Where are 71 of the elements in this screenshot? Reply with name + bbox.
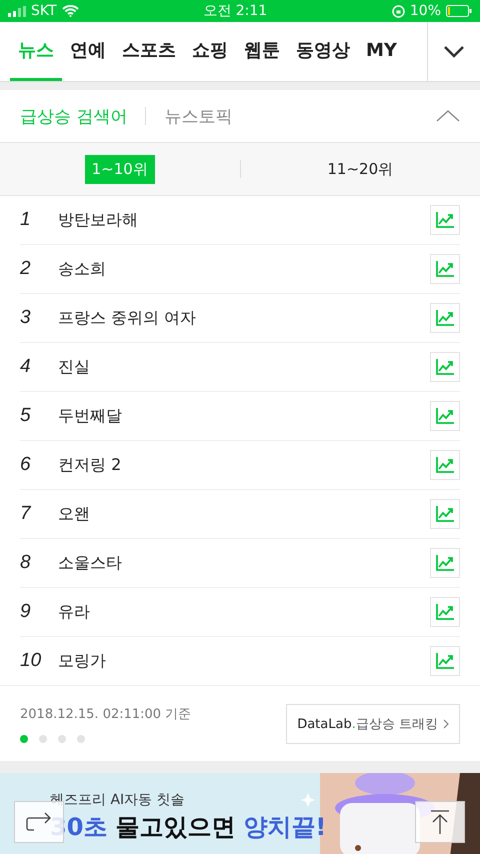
ad-headline: 30초	[50, 812, 108, 843]
datalab-button[interactable]: DataLab.급상승 트래킹	[286, 704, 460, 744]
keyword-link[interactable]: 유라	[58, 602, 430, 622]
keyword-link[interactable]: 소울스타	[58, 552, 430, 574]
rank-number: 5	[20, 405, 32, 427]
trend-chart-icon	[436, 653, 454, 669]
trend-button[interactable]	[430, 205, 460, 235]
scroll-top-button[interactable]	[415, 801, 465, 843]
trend-chart-icon	[436, 212, 454, 228]
nav-tab[interactable]: 웹툰	[236, 22, 288, 81]
chevron-down-icon[interactable]	[444, 46, 464, 58]
trend-chart-icon	[436, 359, 454, 375]
keyword-link[interactable]: 두번째달	[58, 406, 430, 426]
keyword-link[interactable]: 모링가	[58, 650, 430, 672]
trend-chart-icon	[436, 408, 454, 424]
keyword-link[interactable]: 방탄보라해	[58, 210, 430, 230]
ad-headline: 물고있으면	[115, 812, 236, 843]
rank-number: 7	[20, 503, 32, 525]
trend-button[interactable]	[430, 548, 460, 578]
signal-icon	[8, 6, 26, 16]
keyword-link[interactable]: 프랑스 중위의 여자	[58, 308, 430, 328]
carrier-name: SKT	[31, 3, 57, 19]
keyword-link[interactable]: 진실	[58, 356, 430, 378]
nav-tab[interactable]: 쇼핑	[184, 22, 236, 81]
page-dot[interactable]	[39, 734, 47, 742]
nav-tab[interactable]: 연예	[62, 22, 114, 81]
arrow-up-icon	[430, 810, 450, 834]
keyword-link[interactable]: 오왠	[58, 504, 430, 524]
keyword-link[interactable]: 송소희	[58, 258, 430, 280]
keyword-link[interactable]: 컨저링 2	[58, 454, 430, 476]
page-dot[interactable]	[20, 734, 28, 742]
rank-number: 10	[20, 650, 42, 672]
nav-tab[interactable]: 스포츠	[114, 22, 184, 81]
trend-button[interactable]	[430, 646, 460, 676]
trend-button[interactable]	[430, 597, 460, 627]
range-tab[interactable]: 11~20위	[320, 154, 400, 184]
trend-chart-icon	[436, 457, 454, 473]
battery-percent: 10%	[410, 3, 441, 19]
trend-button[interactable]	[430, 352, 460, 382]
trend-button[interactable]	[430, 499, 460, 529]
rank-number: 9	[20, 601, 32, 623]
timestamp: 2018.12.15. 02:11:00 기준	[20, 706, 192, 722]
trend-button[interactable]	[430, 254, 460, 284]
chevron-up-icon[interactable]	[436, 110, 460, 122]
trend-chart-icon	[436, 506, 454, 522]
page-dot[interactable]	[58, 734, 66, 742]
rank-number: 6	[20, 454, 32, 476]
page-dot[interactable]	[77, 734, 85, 742]
battery-icon	[446, 5, 472, 17]
nav-tab[interactable]: 동영상	[288, 22, 358, 81]
clock: 오전 2:11	[203, 2, 268, 20]
chevron-right-icon	[443, 718, 449, 728]
rank-number: 8	[20, 552, 32, 574]
trend-chart-icon	[436, 604, 454, 620]
ad-subtitle: 헤즈프리 AI자동 칫솔	[50, 791, 186, 809]
rank-number: 2	[20, 258, 32, 280]
trend-button[interactable]	[430, 303, 460, 333]
rank-number: 3	[20, 307, 32, 329]
section-tab[interactable]: 뉴스토픽	[164, 104, 232, 128]
rank-number: 1	[20, 209, 32, 231]
rank-number: 4	[20, 356, 32, 378]
trend-button[interactable]	[430, 401, 460, 431]
trend-button[interactable]	[430, 450, 460, 480]
trend-chart-icon	[436, 261, 454, 277]
ad-headline: 양치끝!	[243, 812, 326, 843]
trend-chart-icon	[436, 555, 454, 571]
trend-chart-icon	[436, 310, 454, 326]
wifi-icon	[62, 5, 79, 17]
rotation-lock-icon	[392, 4, 405, 18]
share-arrow-icon	[26, 812, 52, 832]
nav-tab[interactable]: MY	[358, 22, 405, 81]
